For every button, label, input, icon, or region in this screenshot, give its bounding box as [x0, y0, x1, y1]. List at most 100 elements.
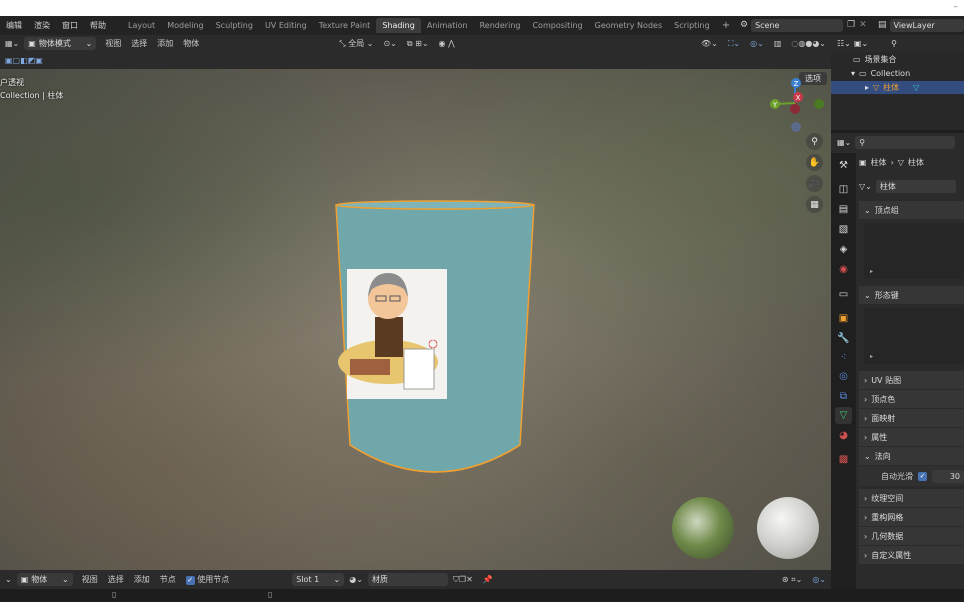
gizmo-neg-z-axis[interactable]: [791, 122, 801, 132]
gizmo-neg-x-axis[interactable]: [790, 104, 800, 114]
menu-view[interactable]: 视图: [77, 574, 103, 585]
view-layer-selector[interactable]: ▤ ViewLayer: [878, 18, 964, 32]
shading-modes-icon[interactable]: ◌◍●◕⌄: [786, 39, 831, 48]
fake-user-icon[interactable]: ⛉❐✕: [448, 575, 478, 585]
tab-compositing[interactable]: Compositing: [526, 18, 588, 33]
overlay-icon[interactable]: ◎⌄: [807, 575, 831, 584]
overlay-icon[interactable]: ◎⌄: [745, 39, 769, 48]
tab-rendering[interactable]: Rendering: [474, 18, 527, 33]
tab-particles-icon[interactable]: ⁖: [835, 349, 852, 366]
editor-type-icon[interactable]: ▦⌄: [837, 138, 851, 147]
editor-type-icon[interactable]: ⌄: [0, 575, 17, 584]
display-mode-icon[interactable]: ▣⌄: [854, 39, 868, 48]
menu-add[interactable]: 添加: [129, 574, 155, 585]
visibility-icon[interactable]: 👁⌄: [696, 39, 723, 48]
tab-sculpting[interactable]: Sculpting: [210, 18, 259, 33]
menu-select[interactable]: 选择: [103, 574, 129, 585]
tab-animation[interactable]: Animation: [421, 18, 474, 33]
editor-type-icon[interactable]: ▦⌄: [0, 39, 24, 48]
tab-world-icon[interactable]: ◉: [835, 261, 852, 278]
menu-add[interactable]: 添加: [152, 38, 178, 49]
panel-vertex-groups[interactable]: ⌄ 顶点组: [859, 201, 964, 219]
minimize-icon[interactable]: –: [954, 2, 959, 12]
pan-hand-icon[interactable]: ✋: [806, 154, 823, 171]
menu-view[interactable]: 视图: [100, 38, 126, 49]
tab-material-icon[interactable]: ◕: [835, 427, 852, 444]
cylinder-object[interactable]: [330, 199, 540, 489]
panel-remesh[interactable]: › 重构网格: [859, 508, 964, 526]
menu-help[interactable]: 帮助: [84, 20, 112, 31]
auto-smooth-angle-field[interactable]: 30: [932, 469, 964, 483]
panel-geometry-data[interactable]: › 几何数据: [859, 527, 964, 545]
search-icon[interactable]: ⚲: [891, 39, 897, 48]
mesh-name-field[interactable]: 柱体: [875, 180, 956, 193]
zoom-icon[interactable]: ⚲: [806, 133, 823, 150]
panel-attributes[interactable]: › 属性: [859, 428, 964, 446]
xray-icon[interactable]: ▥: [769, 39, 787, 48]
tab-physics-icon[interactable]: ◎: [835, 368, 852, 385]
snapping-icon[interactable]: ⊛ ⌗⌄: [777, 575, 807, 585]
tab-modifiers-icon[interactable]: 🔧: [835, 330, 852, 347]
tab-view-layer-icon[interactable]: ▧: [835, 221, 852, 238]
transform-orientation[interactable]: ⤡ 全局 ⌄: [334, 38, 378, 49]
proportional-edit-icon[interactable]: ◉ ⋀: [434, 39, 460, 48]
auto-smooth-checkbox[interactable]: ✓: [918, 471, 927, 481]
mode-selector[interactable]: ▣ 物体模式 ⌄: [24, 37, 97, 50]
outliner-object-row[interactable]: ▸ ▽ 柱体 ▽: [831, 81, 964, 94]
tab-scripting[interactable]: Scripting: [668, 18, 716, 33]
shape-keys-list[interactable]: ▸: [864, 308, 964, 364]
menu-node[interactable]: 节点: [155, 574, 181, 585]
outliner-collection[interactable]: ▾ ▭ Collection: [831, 67, 964, 80]
slot-selector[interactable]: Slot 1 ⌄: [292, 573, 345, 586]
gizmo-icon[interactable]: ⛶⌄: [723, 39, 745, 49]
new-scene-icon[interactable]: ❐: [847, 20, 855, 30]
perspective-grid-icon[interactable]: ▦: [806, 196, 823, 213]
tab-output-icon[interactable]: ▤: [835, 201, 852, 218]
panel-normals[interactable]: ⌄ 法向: [859, 447, 964, 465]
panel-vertex-colors[interactable]: › 顶点色: [859, 390, 964, 408]
scene-name-field[interactable]: Scene: [751, 18, 844, 32]
menu-render[interactable]: 渲染: [28, 20, 56, 31]
camera-icon[interactable]: 🎥: [806, 175, 823, 192]
tab-geometry-nodes[interactable]: Geometry Nodes: [589, 18, 668, 33]
panel-texture-space[interactable]: › 纹理空间: [859, 489, 964, 507]
tab-object-icon[interactable]: ▣: [835, 310, 852, 327]
menu-window[interactable]: 窗口: [56, 20, 84, 31]
material-browse-icon[interactable]: ◕⌄: [344, 575, 368, 584]
panel-face-maps[interactable]: › 面映射: [859, 409, 964, 427]
scene-selector[interactable]: ⚙ Scene ❐ ✕: [740, 18, 875, 32]
panel-uv-maps[interactable]: › UV 贴图: [859, 371, 964, 389]
gizmo-neg-y-axis[interactable]: [814, 99, 824, 109]
mesh-browse-icon[interactable]: ▽⌄: [859, 182, 872, 191]
tab-texture-paint[interactable]: Texture Paint: [313, 18, 377, 33]
tab-shading[interactable]: Shading: [376, 18, 421, 33]
list-expand-icon[interactable]: ▸: [870, 353, 873, 360]
editor-type-icon[interactable]: ☷⌄: [837, 39, 851, 48]
tab-tool-icon[interactable]: ⚒: [835, 157, 852, 174]
view-layer-field[interactable]: ViewLayer: [889, 18, 964, 32]
menu-edit[interactable]: 编辑: [0, 20, 28, 31]
select-box-icon[interactable]: ▣▢◧◩▣: [0, 56, 48, 65]
material-name-field[interactable]: 材质: [367, 573, 448, 586]
tab-mesh-data-icon[interactable]: ▽: [835, 407, 852, 424]
tab-constraints-icon[interactable]: ⧉: [835, 388, 852, 405]
panel-shape-keys[interactable]: ⌄ 形态键: [859, 286, 964, 304]
tab-texture-icon[interactable]: ▩: [835, 451, 852, 468]
pivot-icon[interactable]: ⊙⌄: [378, 39, 401, 48]
tab-uv-editing[interactable]: UV Editing: [259, 18, 313, 33]
properties-search[interactable]: ⚲: [855, 136, 956, 149]
list-expand-icon[interactable]: ▸: [870, 268, 873, 275]
pin-icon[interactable]: 📌: [478, 575, 498, 584]
tab-layout[interactable]: Layout: [122, 18, 161, 33]
snap-icon[interactable]: ⧉ ⊞⌄: [402, 39, 434, 49]
3d-viewport[interactable]: 户透视 Collection | 柱体 选项 Z Y X ⚲ ✋ 🎥 ▦: [0, 69, 831, 570]
delete-scene-icon[interactable]: ✕: [859, 20, 867, 30]
object-selector[interactable]: ▣ 物体 ⌄: [16, 573, 73, 586]
add-workspace-icon[interactable]: +: [716, 20, 736, 31]
menu-object[interactable]: 物体: [178, 38, 204, 49]
navigation-gizmo[interactable]: Z Y X: [760, 73, 830, 133]
menu-select[interactable]: 选择: [126, 38, 152, 49]
tab-scene-icon[interactable]: ◈: [835, 241, 852, 258]
panel-custom-properties[interactable]: › 自定义属性: [859, 546, 964, 564]
use-nodes-checkbox[interactable]: ✓ 使用节点: [181, 574, 235, 585]
